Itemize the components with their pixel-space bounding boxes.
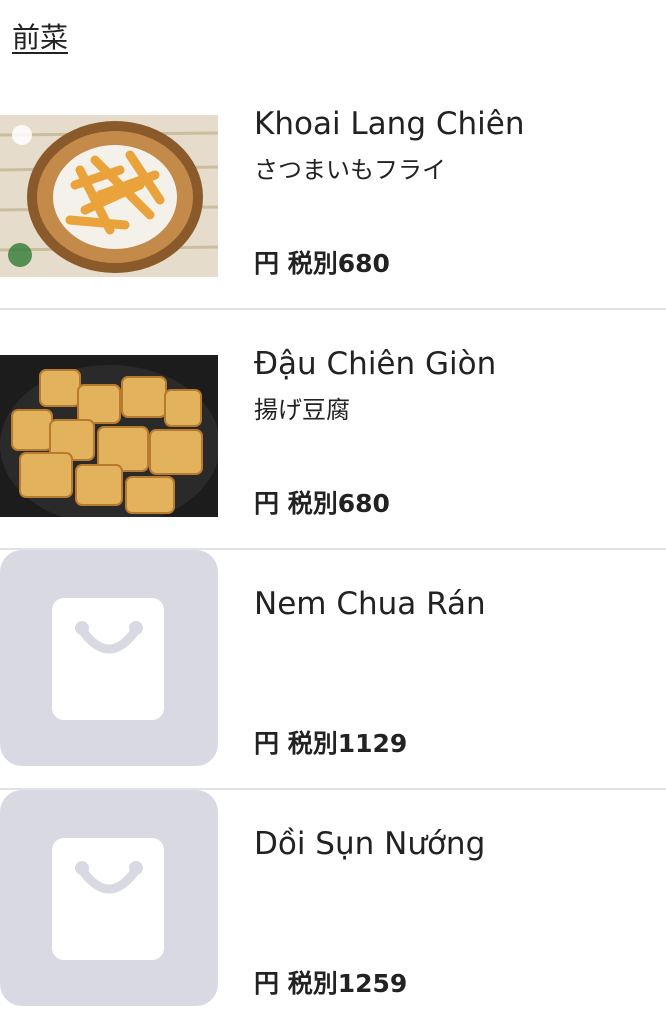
shopping-bag-placeholder-icon [0,550,218,766]
item-subtitle: さつまいもフライ [254,156,446,184]
menu-list: Khoai Lang Chiên さつまいもフライ 円 税別680 Đậu Ch… [0,70,666,1024]
menu-page: 前菜 Khoai Lang Chiên さつまいもフライ 円 税別680 Đậu… [0,0,666,1024]
item-price: 円 税別1129 [254,729,408,758]
menu-item[interactable]: Nem Chua Rán 円 税別1129 [0,550,666,790]
item-name: Dồi Sụn Nướng [254,826,486,862]
item-price: 円 税別1259 [254,969,408,998]
item-name: Khoai Lang Chiên [254,106,525,142]
item-name: Đậu Chiên Giòn [254,346,497,382]
menu-item[interactable]: Đậu Chiên Giòn 揚げ豆腐 円 税別680 [0,310,666,550]
item-subtitle: 揚げ豆腐 [254,396,350,424]
menu-item[interactable]: Khoai Lang Chiên さつまいもフライ 円 税別680 [0,70,666,310]
fried-tofu-photo [0,355,218,517]
shopping-bag-placeholder-icon [0,790,218,1006]
section-title: 前菜 [12,21,69,54]
item-price: 円 税別680 [254,249,390,278]
item-price: 円 税別680 [254,489,390,518]
menu-item[interactable]: Dồi Sụn Nướng 円 税別1259 [0,790,666,1024]
item-name: Nem Chua Rán [254,586,486,622]
fries-photo [0,115,218,277]
